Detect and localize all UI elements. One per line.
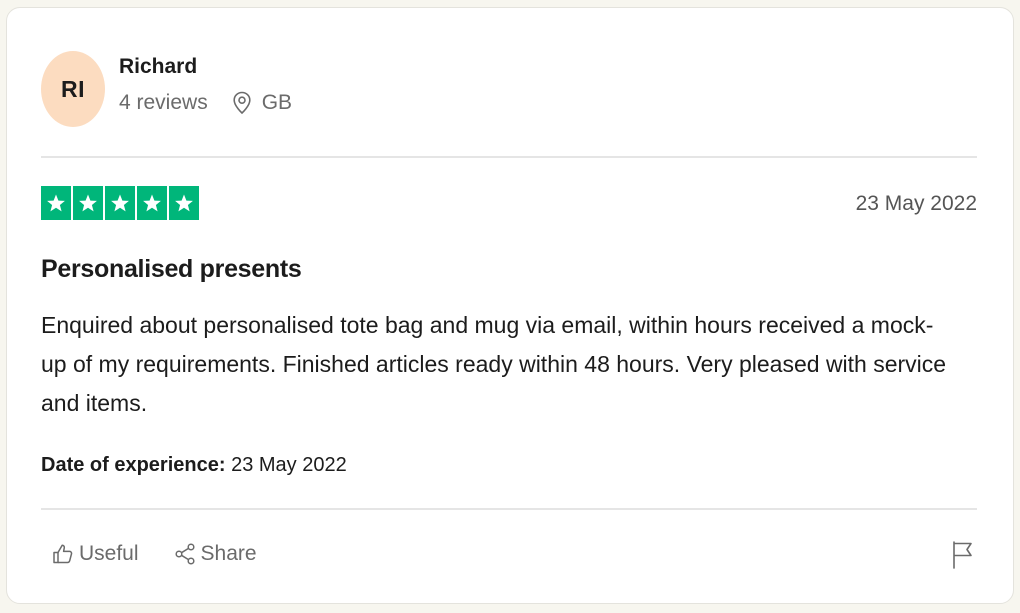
star-icon bbox=[137, 186, 167, 220]
star-icon bbox=[105, 186, 135, 220]
avatar[interactable]: RI bbox=[41, 51, 105, 127]
star-rating bbox=[41, 186, 199, 220]
review-title[interactable]: Personalised presents bbox=[41, 254, 302, 284]
divider bbox=[41, 508, 977, 510]
flag-icon bbox=[953, 541, 972, 569]
consumer-meta: 4 reviews GB bbox=[119, 90, 292, 116]
experience-date: 23 May 2022 bbox=[231, 454, 347, 476]
divider bbox=[41, 156, 977, 158]
consumer-name[interactable]: Richard bbox=[119, 54, 292, 80]
useful-label: Useful bbox=[79, 542, 139, 565]
share-label: Share bbox=[200, 542, 257, 565]
country-code: GB bbox=[261, 91, 293, 114]
date-of-experience: Date of experience: 23 May 2022 bbox=[41, 452, 347, 478]
useful-button[interactable]: Useful bbox=[51, 541, 139, 567]
review-actions: Useful Share bbox=[51, 541, 257, 567]
map-pin-icon bbox=[233, 91, 251, 115]
consumer-header: RI Richard 4 reviews GB bbox=[41, 51, 292, 127]
review-date: 23 May 2022 bbox=[855, 192, 977, 215]
report-button[interactable] bbox=[951, 540, 975, 570]
review-card: RI Richard 4 reviews GB 23 May 2022 Pers… bbox=[6, 7, 1014, 604]
share-icon bbox=[174, 543, 195, 565]
experience-label: Date of experience: bbox=[41, 454, 226, 476]
star-icon bbox=[73, 186, 103, 220]
star-icon bbox=[169, 186, 199, 220]
review-card-content: RI Richard 4 reviews GB 23 May 2022 Pers… bbox=[41, 8, 977, 603]
reviews-count: 4 reviews bbox=[119, 91, 208, 114]
thumbs-up-icon bbox=[53, 544, 73, 564]
star-icon bbox=[41, 186, 71, 220]
consumer-info: Richard 4 reviews GB bbox=[119, 54, 292, 116]
share-button[interactable]: Share bbox=[173, 541, 257, 567]
review-body: Enquired about personalised tote bag and… bbox=[41, 312, 947, 416]
consumer-location: GB bbox=[232, 90, 292, 116]
